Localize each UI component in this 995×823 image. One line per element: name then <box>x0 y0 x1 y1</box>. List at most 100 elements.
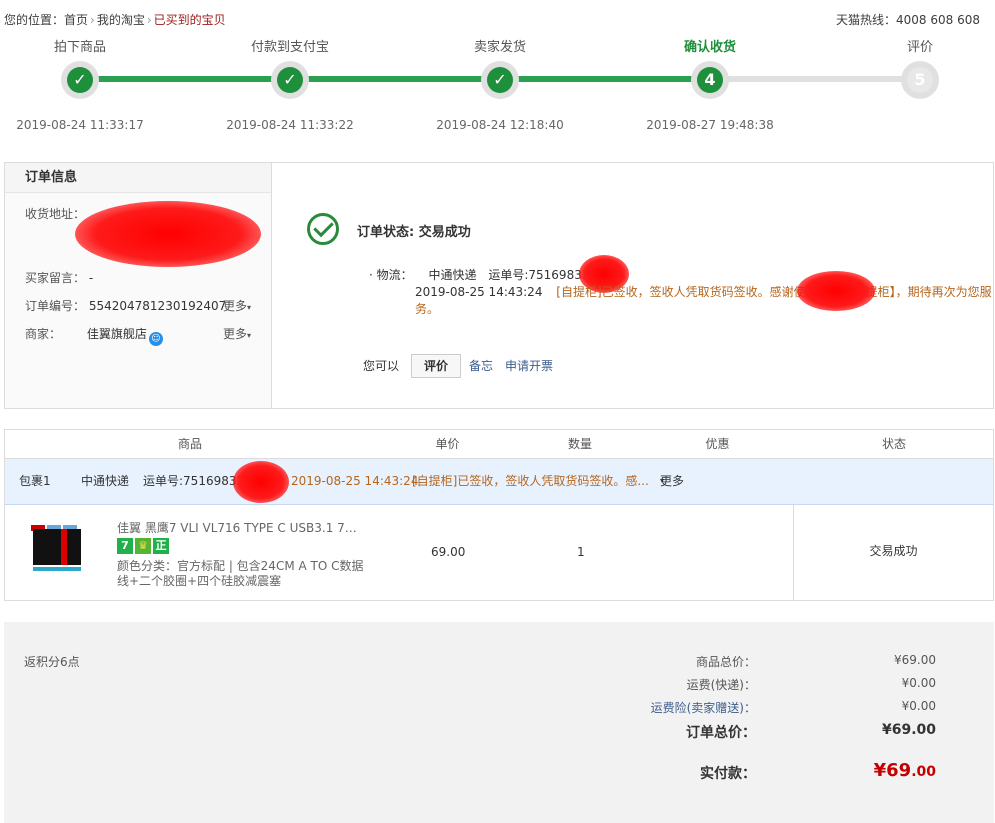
product-sku: 颜色分类：官方标配 | 包含24CM A TO C数据线+二个胶圈+四个硅胶减震… <box>117 559 364 588</box>
genuine-icon[interactable]: 正 <box>153 538 169 554</box>
check-icon: ✓ <box>67 67 93 93</box>
package-carrier: 中通快递 <box>81 474 130 488</box>
reward-points: 返积分6点 <box>24 655 80 669</box>
order-actions: 您可以 评价 备忘 申请开票 <box>363 354 553 378</box>
shipping-value: ¥0.00 <box>901 676 936 690</box>
order-status: 订单状态: 交易成功 <box>357 225 471 240</box>
goods-total-value: ¥69.00 <box>894 653 936 667</box>
breadcrumb-home[interactable]: 首页 <box>64 13 88 27</box>
shipping-label: 运费(快递)： <box>686 678 756 692</box>
order-total-value: ¥69.00 <box>881 722 936 738</box>
step-label: 评价 <box>906 40 933 55</box>
price-summary: 返积分6点 商品总价： ¥69.00 运费(快递)： ¥0.00 运费险(卖家赠… <box>4 622 994 823</box>
logistics-label: 物流： <box>376 268 413 282</box>
insurance-row: 运费险(卖家赠送)： ¥0.00 <box>636 699 936 719</box>
step-number-icon: 5 <box>907 67 933 93</box>
hotline-text: 天猫热线：4008 608 608 <box>836 13 980 27</box>
order-status-value: 交易成功 <box>418 225 471 240</box>
column-header-status: 状态 <box>881 437 906 451</box>
step-label: 确认收货 <box>683 40 736 55</box>
package-waybill: 运单号:75169833 <box>143 474 245 488</box>
insurance-value: ¥0.00 <box>901 699 936 713</box>
order-number-row: 订单编号： 554204781230192407 <box>25 299 227 313</box>
column-header-discount: 优惠 <box>705 437 730 451</box>
product-quantity: 1 <box>577 545 585 559</box>
order-more-link[interactable]: 更多▾ <box>223 297 251 314</box>
order-info-left: 订单信息 收货地址： 买家留言： - 订单编号： 554204781230192… <box>5 163 272 408</box>
breadcrumb-separator: › <box>146 13 152 27</box>
seller-row: 商家： 佳翼旗舰店 ☺ <box>25 325 163 346</box>
column-header-goods: 商品 <box>177 437 202 451</box>
order-progress: 拍下商品 ✓ 2019-08-24 11:33:17 付款到支付宝 ✓ 2019… <box>0 38 995 138</box>
paid-value: ¥69.00 <box>873 760 936 781</box>
step-number-icon: 4 <box>697 67 723 93</box>
goods-table: 商品 单价 数量 优惠 状态 包裹1 中通快递 运单号:75169833 201… <box>4 429 994 601</box>
product-tags: 7 ♛ 正 <box>117 538 171 554</box>
progress-step-paid: 付款到支付宝 ✓ 2019-08-24 11:33:22 <box>210 38 370 132</box>
insurance-link[interactable]: 运费险(卖家赠送)： <box>651 699 756 716</box>
package-name: 包裹1 <box>19 474 51 488</box>
step-label: 拍下商品 <box>53 40 106 55</box>
logistics-row: · 物流： 中通快递 运单号:75169833 <box>369 266 589 283</box>
invoice-link[interactable]: 申请开票 <box>505 359 553 373</box>
product-thumbnail[interactable] <box>31 519 83 573</box>
seller-more-link[interactable]: 更多▾ <box>223 325 251 342</box>
column-header-quantity: 数量 <box>567 437 592 451</box>
shipping-row: 运费(快递)： ¥0.00 <box>636 676 936 696</box>
progress-track-done <box>80 76 710 82</box>
actions-label: 您可以 <box>363 359 400 373</box>
breadcrumb-current: 已买到的宝贝 <box>153 13 226 27</box>
track-message: [自提柜]已签收，签收人凭取货码签收。感谢使用 <box>556 285 818 299</box>
memo-link[interactable]: 备忘 <box>469 359 493 373</box>
breadcrumb-prefix: 您的位置： <box>4 13 65 27</box>
buyer-message-label: 买家留言： - <box>25 271 94 285</box>
bullet-icon: · <box>369 268 373 282</box>
order-number: 554204781230192407 <box>88 299 227 313</box>
goods-total-label: 商品总价： <box>695 655 756 669</box>
package-message: [自提柜]已签收，签收人凭取货码签收。感... <box>412 474 649 488</box>
step-time: 2019-08-24 12:18:40 <box>436 118 564 132</box>
order-total-label: 订单总价： <box>686 725 756 741</box>
column-header-price: 单价 <box>435 437 460 451</box>
seller-name[interactable]: 佳翼旗舰店 <box>87 327 147 341</box>
order-total-row: 订单总价： ¥69.00 <box>636 722 936 742</box>
package-time: 2019-08-25 14:43:24 <box>291 474 419 488</box>
product-name[interactable]: 佳翼 黑鹰7 VLI VL716 TYPE C USB3.1 7mm <box>117 519 365 536</box>
breadcrumb-my-taobao[interactable]: 我的淘宝 <box>97 13 145 27</box>
redaction-mark <box>233 461 289 503</box>
logistics-carrier: 中通快递 <box>428 268 477 282</box>
waybill-label: 运单号: <box>488 268 529 282</box>
product-price: 69.00 <box>431 545 466 559</box>
success-check-icon <box>307 213 339 245</box>
logistics-track: 2019-08-25 14:43:24 [自提柜]已签收，签收人凭取货码签收。感… <box>415 284 995 318</box>
progress-step-review: 评价 5 <box>840 38 995 99</box>
table-header: 商品 单价 数量 优惠 状态 <box>5 430 993 459</box>
track-time: 2019-08-25 14:43:24 <box>415 285 543 299</box>
check-icon: ✓ <box>487 67 513 93</box>
product-status: 交易成功 <box>793 505 993 600</box>
chat-icon[interactable]: ☺ <box>148 332 163 346</box>
step-time: 2019-08-27 19:48:38 <box>646 118 774 132</box>
guarantee-icon[interactable]: ♛ <box>135 538 151 554</box>
chevron-down-icon: ▾ <box>246 303 251 312</box>
order-info-title: 订单信息 <box>5 163 271 193</box>
progress-step-confirm: 确认收货 4 2019-08-27 19:48:38 <box>630 38 790 132</box>
package-row: 包裹1 中通快递 运单号:75169833 2019-08-25 14:43:2… <box>5 459 993 505</box>
review-button[interactable]: 评价 <box>411 354 462 378</box>
order-status-panel: 订单状态: 交易成功 · 物流： 中通快递 运单号:75169833 2019-… <box>273 163 993 408</box>
step-time: 2019-08-24 11:33:17 <box>16 118 144 132</box>
chevron-down-icon: ▾ <box>246 331 251 340</box>
breadcrumb: 您的位置：首页 › 我的淘宝 › 已买到的宝贝 <box>4 11 226 28</box>
chevron-down-icon: ▾ <box>660 476 665 485</box>
redaction-mark <box>797 271 875 311</box>
goods-total-row: 商品总价： ¥69.00 <box>636 653 936 673</box>
order-info-panel: 订单信息 收货地址： 买家留言： - 订单编号： 554204781230192… <box>4 162 994 409</box>
progress-step-placed: 拍下商品 ✓ 2019-08-24 11:33:17 <box>0 38 160 132</box>
buyer-message-value: - <box>88 271 94 285</box>
check-icon: ✓ <box>277 67 303 93</box>
seven-day-return-icon[interactable]: 7 <box>117 538 133 554</box>
paid-row: 实付款： ¥69.00 <box>636 760 936 786</box>
step-label: 卖家发货 <box>473 40 526 55</box>
breadcrumb-separator: › <box>90 13 95 27</box>
table-row: 佳翼 黑鹰7 VLI VL716 TYPE C USB3.1 7mm 7 ♛ 正 颜… <box>5 505 993 600</box>
